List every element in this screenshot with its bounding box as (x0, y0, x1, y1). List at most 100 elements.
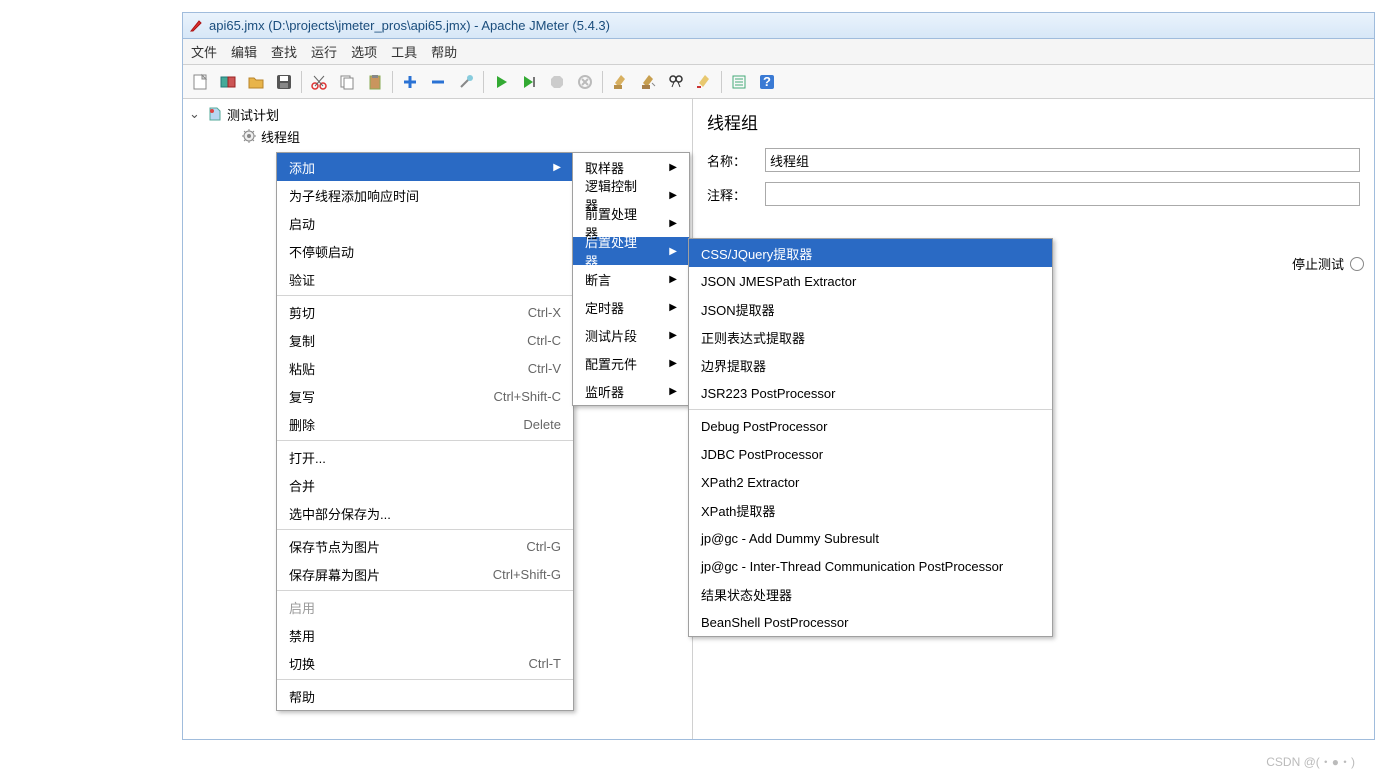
menu-item[interactable]: 后置处理器▶ (573, 237, 689, 265)
menu-options[interactable]: 选项 (351, 42, 377, 61)
copy-icon[interactable] (334, 69, 360, 95)
open-icon[interactable] (243, 69, 269, 95)
menu-item-label: JSR223 PostProcessor (701, 386, 835, 401)
menu-item[interactable]: jp@gc - Add Dummy Subresult (689, 524, 1052, 552)
menu-item[interactable]: 不停顿启动 (277, 237, 573, 265)
menu-item[interactable]: XPath2 Extractor (689, 468, 1052, 496)
paste-icon[interactable] (362, 69, 388, 95)
search-icon[interactable] (663, 69, 689, 95)
tree-root[interactable]: ⌄ 测试计划 (189, 103, 686, 125)
menu-item-label: 配置元件 (585, 354, 637, 373)
menu-item[interactable]: 删除Delete (277, 410, 573, 438)
menu-item[interactable]: 保存屏幕为图片Ctrl+Shift-G (277, 560, 573, 588)
submenu-postprocessor: CSS/JQuery提取器 JSON JMESPath Extractor JSON… (688, 238, 1053, 637)
menu-help[interactable]: 帮助 (431, 42, 457, 61)
menu-item[interactable]: 禁用 (277, 621, 573, 649)
menu-item[interactable]: 保存节点为图片Ctrl-G (277, 532, 573, 560)
menu-item[interactable]: 配置元件▶ (573, 349, 689, 377)
menu-item-label: 结果状态处理器 (701, 585, 792, 604)
new-file-icon[interactable] (187, 69, 213, 95)
shutdown-icon[interactable] (572, 69, 598, 95)
menu-item[interactable]: Debug PostProcessor (689, 412, 1052, 440)
menu-item[interactable]: 帮助 (277, 682, 573, 710)
chevron-right-icon: ▶ (553, 162, 561, 173)
menu-item[interactable]: 监听器▶ (573, 377, 689, 405)
menu-find[interactable]: 查找 (271, 42, 297, 61)
menu-item-label: 测试片段 (585, 326, 637, 345)
menu-item[interactable]: 选中部分保存为... (277, 499, 573, 527)
menu-separator (277, 529, 573, 530)
menu-file[interactable]: 文件 (191, 42, 217, 61)
menu-item[interactable]: 边界提取器 (689, 351, 1052, 379)
menu-separator (277, 590, 573, 591)
menu-item-label: JSON JMESPath Extractor (701, 274, 856, 289)
comment-input[interactable] (765, 182, 1360, 206)
menu-item[interactable]: JSON提取器 (689, 295, 1052, 323)
menu-shortcut: Ctrl+Shift-G (493, 567, 561, 582)
menu-separator (277, 679, 573, 680)
watermark: CSDN @(・●・) (1266, 753, 1355, 770)
radio-icon[interactable] (1350, 257, 1364, 271)
menu-item[interactable]: 添加 ▶ (277, 153, 573, 181)
menu-item[interactable]: 验证 (277, 265, 573, 293)
play-icon[interactable] (488, 69, 514, 95)
menu-item[interactable]: 切换Ctrl-T (277, 649, 573, 677)
templates-icon[interactable] (215, 69, 241, 95)
minus-icon[interactable] (425, 69, 451, 95)
menu-item[interactable]: jp@gc - Inter-Thread Communication PostP… (689, 552, 1052, 580)
menu-item[interactable]: 粘贴 Ctrl-V (277, 354, 573, 382)
menu-item-label: 剪切 (289, 303, 315, 322)
menu-item[interactable]: CSS/JQuery提取器 (689, 239, 1052, 267)
chevron-right-icon: ▶ (669, 218, 677, 229)
menu-tools[interactable]: 工具 (391, 42, 417, 61)
menu-item-label: 禁用 (289, 626, 315, 645)
menu-item[interactable]: 打开... (277, 443, 573, 471)
cut-icon[interactable] (306, 69, 332, 95)
clear-search-icon[interactable] (691, 69, 717, 95)
menu-item[interactable]: 合并 (277, 471, 573, 499)
tree-threadgroup[interactable]: 线程组 (189, 125, 686, 147)
menu-item[interactable]: JSR223 PostProcessor (689, 379, 1052, 407)
menu-item[interactable]: 测试片段▶ (573, 321, 689, 349)
toolbar: ? (183, 65, 1374, 99)
menu-item[interactable]: 剪切 Ctrl-X (277, 298, 573, 326)
menu-item-label: 复制 (289, 331, 315, 350)
menu-item[interactable]: 复制 Ctrl-C (277, 326, 573, 354)
menu-item[interactable]: XPath提取器 (689, 496, 1052, 524)
menu-item-label: JSON提取器 (701, 300, 775, 319)
menu-item[interactable]: 定时器▶ (573, 293, 689, 321)
menu-item-label: 帮助 (289, 687, 315, 706)
broom-clear-icon[interactable] (607, 69, 633, 95)
menu-shortcut: Ctrl-X (528, 305, 561, 320)
save-icon[interactable] (271, 69, 297, 95)
menu-item-label: 定时器 (585, 298, 624, 317)
play-nopause-icon[interactable] (516, 69, 542, 95)
menu-item[interactable]: 为子线程添加响应时间 (277, 181, 573, 209)
menu-item[interactable]: 启动 (277, 209, 573, 237)
menu-item[interactable]: 正则表达式提取器 (689, 323, 1052, 351)
menu-item[interactable]: JDBC PostProcessor (689, 440, 1052, 468)
menu-item-label: 打开... (289, 448, 326, 467)
menu-item[interactable]: JSON JMESPath Extractor (689, 267, 1052, 295)
menu-item-label: 监听器 (585, 382, 624, 401)
menu-item-label: 添加 (289, 158, 315, 177)
broom-clearall-icon[interactable] (635, 69, 661, 95)
menu-run[interactable]: 运行 (311, 42, 337, 61)
stop-test-option[interactable]: 停止测试 (1292, 254, 1364, 273)
plus-icon[interactable] (397, 69, 423, 95)
menu-item[interactable]: 复写Ctrl+Shift-C (277, 382, 573, 410)
menu-edit[interactable]: 编辑 (231, 42, 257, 61)
menu-item[interactable]: 结果状态处理器 (689, 580, 1052, 608)
expand-icon[interactable]: ⌄ (189, 106, 203, 122)
menu-item[interactable]: BeanShell PostProcessor (689, 608, 1052, 636)
name-input[interactable] (765, 148, 1360, 172)
stop-icon[interactable] (544, 69, 570, 95)
wand-icon[interactable] (453, 69, 479, 95)
function-helper-icon[interactable] (726, 69, 752, 95)
menu-item-label: 正则表达式提取器 (701, 328, 805, 347)
menu-shortcut: Ctrl-V (528, 361, 561, 376)
menu-item-label: 粘贴 (289, 359, 315, 378)
help-icon[interactable]: ? (754, 69, 780, 95)
tree-root-label: 测试计划 (227, 105, 279, 124)
menu-shortcut: Ctrl-C (527, 333, 561, 348)
